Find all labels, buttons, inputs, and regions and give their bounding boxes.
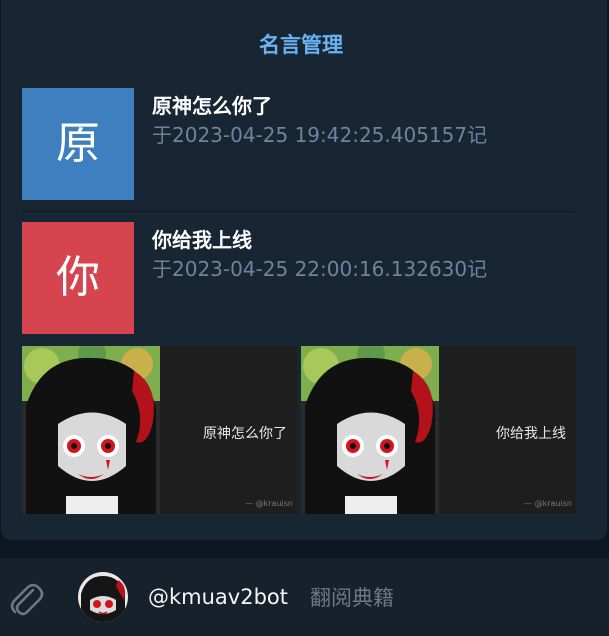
entry-divider <box>22 211 575 212</box>
bot-handle[interactable]: @kmuav2bot <box>148 582 288 612</box>
thumbnail-credit: — @krauisn <box>245 499 293 508</box>
entry-timestamp: 于2023-04-25 22:00:16.132630记 <box>152 257 488 281</box>
quote-entry[interactable]: 你 你给我上线 于2023-04-25 22:00:16.132630记 <box>22 222 575 334</box>
entry-title: 你给我上线 <box>152 228 252 252</box>
message-input-bar: @kmuav2bot 翻阅典籍 <box>0 558 609 636</box>
chat-window: 名言管理 原 原神怎么你了 于2023-04-25 19:42:25.40515… <box>0 0 609 636</box>
card-title: 名言管理 <box>259 33 343 57</box>
paperclip-icon <box>10 583 44 616</box>
quote-image-thumbnail[interactable]: 你给我上线 — @krauisn <box>301 346 576 514</box>
bot-avatar-image <box>78 572 128 622</box>
entry-avatar-tile: 原 <box>22 88 134 200</box>
thumbnail-quote-text: 你给我上线 <box>496 426 566 442</box>
message-input-placeholder[interactable]: 翻阅典籍 <box>310 583 394 613</box>
anime-girl-illustration <box>22 346 160 514</box>
anime-girl-illustration <box>301 346 439 514</box>
attach-button[interactable] <box>6 578 46 620</box>
bot-avatar <box>78 572 128 622</box>
entry-avatar-tile: 你 <box>22 222 134 334</box>
entry-title: 原神怎么你了 <box>152 94 272 118</box>
thumbnail-quote-text: 原神怎么你了 <box>203 426 287 442</box>
quote-entry[interactable]: 原 原神怎么你了 于2023-04-25 19:42:25.405157记 <box>22 88 575 200</box>
thumbnail-credit: — @krauisn <box>524 499 572 508</box>
entry-timestamp: 于2023-04-25 19:42:25.405157记 <box>152 123 488 147</box>
quote-image-thumbnail[interactable]: 原神怎么你了 — @krauisn <box>22 346 297 514</box>
